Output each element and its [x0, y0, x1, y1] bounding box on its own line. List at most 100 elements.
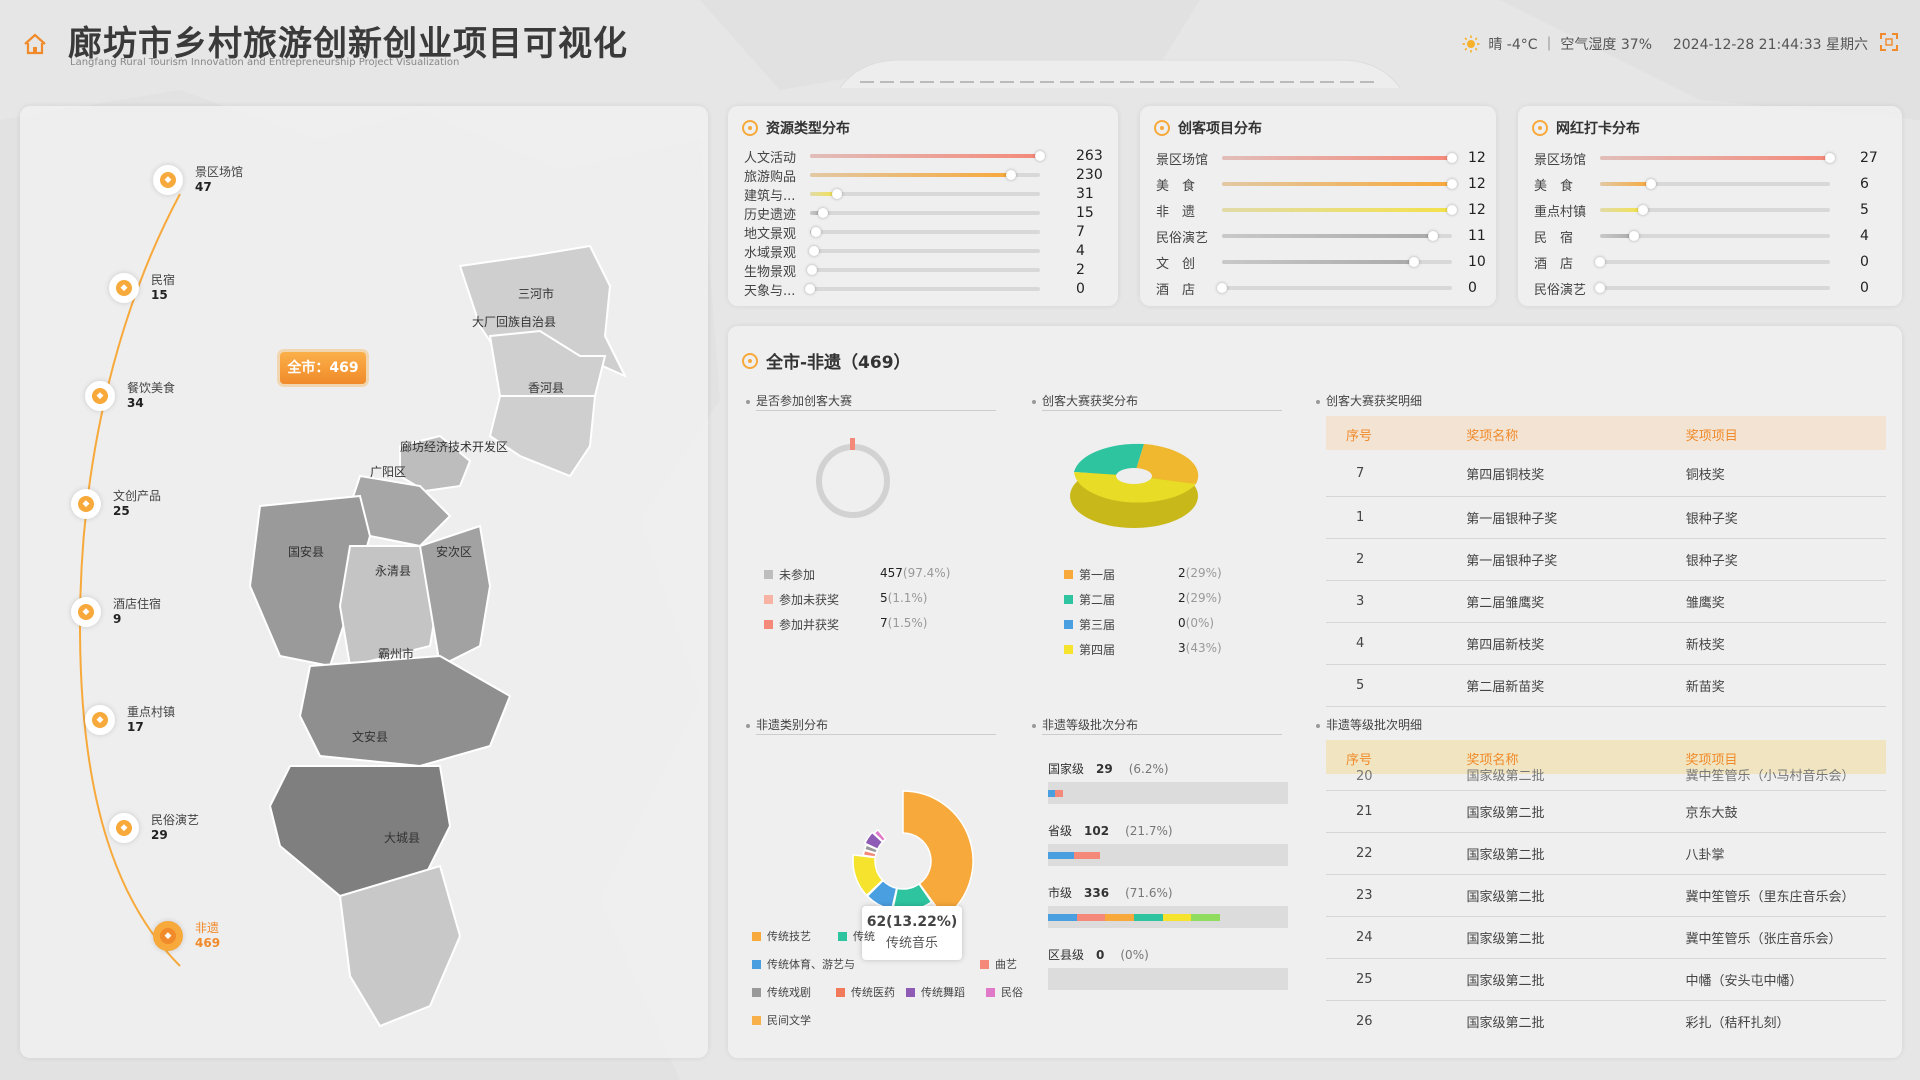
- timeline-value: 47: [195, 180, 212, 194]
- label-kaifaqu: 廊坊经济技术开发区: [400, 439, 508, 454]
- table-cell: 第二届新苗奖: [1466, 664, 1686, 707]
- table-row[interactable]: 26 国家级第二批 彩扎（秸秆扎刻）: [1326, 1000, 1886, 1040]
- legend-value: 457(97.4%): [880, 566, 950, 580]
- bar-dot: [832, 189, 843, 199]
- table-row[interactable]: 5 第二届新苗奖 新苗奖: [1326, 664, 1886, 707]
- table-row[interactable]: 3 第二届雏鹰奖 雏鹰奖: [1326, 580, 1886, 623]
- district-xianghe[interactable]: [488, 395, 597, 478]
- legend-count: 0: [1178, 616, 1186, 630]
- level-fill: [1048, 914, 1220, 921]
- table-cell: 国家级第二批: [1466, 790, 1686, 833]
- bar-track: [808, 246, 1040, 256]
- level-fill-segment: [1162, 914, 1192, 921]
- legend-swatch: [764, 570, 773, 579]
- legend-label: 第一届: [1079, 568, 1116, 582]
- bar-dot: [1006, 170, 1017, 180]
- timeline-item[interactable]: ◆ 非遗 469: [153, 921, 220, 951]
- table-row[interactable]: 24 国家级第二批 冀中笙管乐（张庄音乐会）: [1326, 916, 1886, 959]
- bar-dot: [1447, 153, 1457, 163]
- table-row[interactable]: 7 第四届铜枝奖 铜枝奖: [1326, 452, 1886, 497]
- legend-swatch: [1064, 595, 1073, 604]
- timeline-item[interactable]: ◆ 民宿 15: [109, 273, 175, 303]
- legend-item[interactable]: 参加并获奖: [764, 616, 839, 633]
- bar-dot: [1217, 283, 1227, 293]
- table-row[interactable]: 25 国家级第二批 中幡（安头屯中幡）: [1326, 958, 1886, 1001]
- table-row[interactable]: 4 第四届新枝奖 新枝奖: [1326, 622, 1886, 665]
- legend-item[interactable]: 第二届: [1064, 591, 1115, 608]
- legend-item[interactable]: 传统医药: [836, 984, 895, 1000]
- award-table: 序号 奖项名称 奖项项目 7 第四届铜枝奖 铜枝奖 1 第一届银种子奖 银种子奖 2 第一届银种子奖…: [1326, 416, 1886, 707]
- legend-item[interactable]: 第一届: [1064, 566, 1115, 583]
- bar-track: [1217, 283, 1452, 293]
- legend-item[interactable]: 第三届: [1064, 616, 1115, 633]
- table-row-partial[interactable]: 20 国家级第二批 冀中笙管乐（小马村音乐会）: [1326, 770, 1886, 791]
- table-row[interactable]: 2 第一届银种子奖 银种子奖: [1326, 538, 1886, 581]
- level-label-row: 区县级 0 (0%): [1048, 946, 1149, 963]
- bar-row: 非 遗 12: [1156, 202, 1486, 220]
- total-badge[interactable]: 全市：469: [280, 352, 366, 384]
- bar-value: 10: [1468, 254, 1486, 270]
- participate-donut: [816, 438, 890, 518]
- bar-value: 12: [1468, 202, 1486, 218]
- table-row[interactable]: 1 第一届银种子奖 银种子奖: [1326, 496, 1886, 539]
- table-cell: 国家级第二批: [1466, 958, 1686, 1001]
- level-table-scroll[interactable]: 序号 奖项名称 奖项项目 20 国家级第二批 冀中笙管乐（小马村音乐会） 21 国家级第二批京…: [1326, 740, 1886, 1040]
- legend-item[interactable]: 传统: [838, 928, 875, 944]
- bar-row: 建筑与... 31: [744, 186, 1094, 204]
- bar-fill: [1222, 156, 1452, 160]
- fullscreen-icon[interactable]: [1880, 33, 1898, 51]
- legend-item[interactable]: 传统舞蹈: [906, 984, 965, 1000]
- bar-dot: [1035, 151, 1045, 161]
- table-row[interactable]: 23 国家级第二批 冀中笙管乐（里东庄音乐会）: [1326, 874, 1886, 917]
- bar-dot: [808, 246, 819, 256]
- table-row[interactable]: 22 国家级第二批 八卦掌: [1326, 832, 1886, 875]
- bar-row: 人文活动 263: [744, 148, 1103, 166]
- main-panel: 全市-非遗（469） 是否参加创客大赛 未参加 457(97.4%) 参加未获奖 5(…: [728, 326, 1902, 1058]
- timeline-item[interactable]: ◆ 景区场馆 47: [153, 165, 243, 195]
- legend-item[interactable]: 民间文学: [752, 1012, 811, 1028]
- legend-item[interactable]: 传统技艺: [752, 928, 811, 944]
- legend-label: 传统: [853, 930, 875, 943]
- legend-item[interactable]: 曲艺: [980, 956, 1017, 972]
- bar-value: 230: [1076, 167, 1103, 183]
- level-fill-segment: [1133, 914, 1163, 921]
- bar-value: 0: [1860, 280, 1869, 296]
- district-bazhou[interactable]: [298, 654, 512, 768]
- timeline-item[interactable]: ◆ 重点村镇 17: [85, 705, 175, 735]
- bar-track: [1222, 205, 1457, 215]
- bar-dot: [1637, 205, 1648, 215]
- legend-value: 7(1.5%): [880, 616, 928, 630]
- level-fill-segment: [1048, 914, 1077, 921]
- timeline-item[interactable]: ◆ 餐饮美食 34: [85, 381, 175, 411]
- timeline-item[interactable]: ◆ 酒店住宿 9: [71, 597, 161, 627]
- bar-dot: [1447, 179, 1457, 189]
- district-dacheng[interactable]: [338, 864, 462, 1028]
- bar-value: 12: [1468, 150, 1486, 166]
- timeline-item[interactable]: ◆ 文创产品 25: [71, 489, 161, 519]
- legend-item[interactable]: 未参加: [764, 566, 815, 583]
- bar-track: [1222, 257, 1452, 267]
- timeline-text: 重点村镇 17: [127, 705, 175, 735]
- timeline-text: 民宿 15: [151, 273, 175, 303]
- bar-row: 历史遗迹 15: [744, 205, 1094, 223]
- legend-label: 传统技艺: [767, 930, 811, 943]
- home-icon[interactable]: [22, 32, 48, 56]
- legend-item[interactable]: 民俗: [986, 984, 1023, 1000]
- timeline-item[interactable]: ◆ 民俗演艺 29: [109, 813, 199, 843]
- bar-dot: [1825, 153, 1835, 163]
- legend-item[interactable]: 参加未获奖: [764, 591, 839, 608]
- legend-item[interactable]: 传统体育、游艺与: [752, 956, 855, 972]
- bar-label: 建筑与...: [744, 188, 796, 204]
- timeline-label: 景区场馆: [195, 165, 244, 179]
- timeline-text: 文创产品 25: [113, 489, 161, 519]
- table-row[interactable]: 21 国家级第二批 京东大鼓: [1326, 790, 1886, 833]
- legend-value: 5(1.1%): [880, 591, 928, 605]
- bar-fill: [1600, 156, 1830, 160]
- bar-value: 15: [1076, 205, 1094, 221]
- bar-fill: [1600, 182, 1652, 186]
- legend-pct: (0%): [1185, 616, 1215, 630]
- legend-item[interactable]: 传统戏剧: [752, 984, 811, 1000]
- legend-item[interactable]: 第四届: [1064, 641, 1115, 658]
- timeline-node: ◆: [153, 165, 183, 195]
- category-icon: ◆: [160, 928, 176, 944]
